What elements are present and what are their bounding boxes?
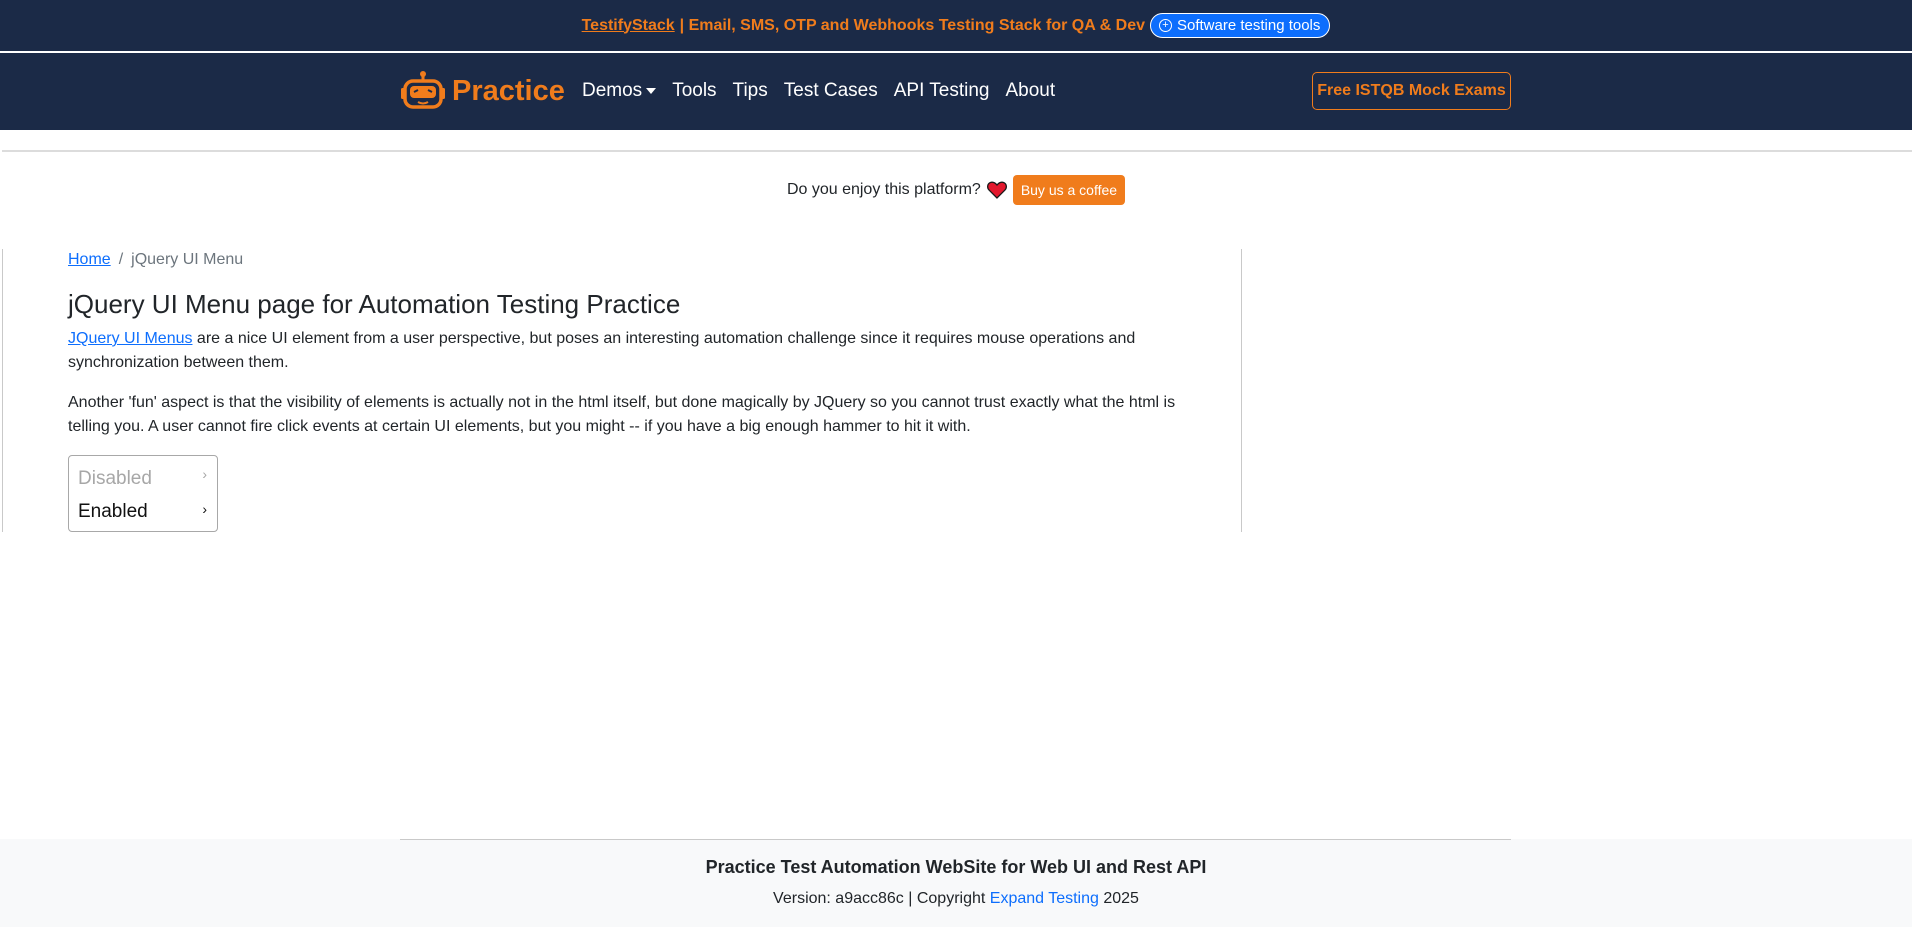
footer-version: Version: a9acc86c | Copyright Expand Tes… <box>0 890 1912 908</box>
chevron-right-icon: › <box>202 466 207 482</box>
robot-logo-icon <box>401 71 445 109</box>
footer: Practice Test Automation WebSite for Web… <box>0 839 1912 927</box>
expand-testing-link[interactable]: Expand Testing <box>990 890 1099 907</box>
breadcrumb-separator: / <box>118 251 124 268</box>
intro-text: are a nice UI element from a user perspe… <box>68 330 1136 371</box>
breadcrumb-home-link[interactable]: Home <box>68 251 111 269</box>
pill-label: Software testing tools <box>1176 17 1321 34</box>
main-content: Home / jQuery UI Menu jQuery UI Menu pag… <box>2 249 1242 532</box>
nav-links: Demos Tools Tips Test Cases API Testing … <box>582 80 1055 102</box>
breadcrumb: Home / jQuery UI Menu <box>68 251 243 269</box>
footer-divider <box>400 839 1511 840</box>
visibility-paragraph: Another 'fun' aspect is that the visibil… <box>68 394 1176 435</box>
nav-test-cases[interactable]: Test Cases <box>784 80 878 102</box>
coffee-question: Do you enjoy this platform? <box>786 181 981 198</box>
coffee-prompt: Do you enjoy this platform? Buy us a cof… <box>0 175 1912 205</box>
copyright-year: 2025 <box>1103 890 1139 907</box>
nav-tips[interactable]: Tips <box>733 80 768 102</box>
promo-banner: TestifyStack | Email, SMS, OTP and Webho… <box>0 0 1912 51</box>
nav-about[interactable]: About <box>1006 80 1056 102</box>
nav-demos-dropdown[interactable]: Demos <box>582 80 657 102</box>
promo-brand-link[interactable]: TestifyStack <box>582 17 675 35</box>
promo-tagline: | Email, SMS, OTP and Webhooks Testing S… <box>679 16 1145 34</box>
menu-item-label: Disabled <box>78 468 152 489</box>
navbar: Practice Demos Tools Tips Test Cases API… <box>0 53 1912 130</box>
software-testing-tools-button[interactable]: + Software testing tools <box>1149 13 1331 38</box>
brand-logo-link[interactable]: Practice <box>400 68 565 114</box>
plus-circle-icon: + <box>1158 19 1172 32</box>
page-title: jQuery UI Menu page for Automation Testi… <box>68 289 681 319</box>
breadcrumb-current: jQuery UI Menu <box>131 251 244 268</box>
jquery-ui-menus-link[interactable]: JQuery UI Menus <box>68 330 192 347</box>
heart-icon <box>986 181 1007 199</box>
intro-paragraph: JQuery UI Menus are a nice UI element fr… <box>68 327 1178 375</box>
menu-item-label: Enabled <box>78 501 148 522</box>
menu-item-enabled[interactable]: Enabled › <box>78 501 207 523</box>
chevron-right-icon: › <box>202 501 207 517</box>
buy-coffee-button[interactable]: Buy us a coffee <box>1012 175 1126 205</box>
istqb-mock-exams-button[interactable]: Free ISTQB Mock Exams <box>1312 72 1511 110</box>
brand-name: Practice <box>452 74 565 107</box>
jquery-ui-menu: Disabled › Enabled › <box>68 455 218 532</box>
version-text: Version: a9acc86c | Copyright <box>773 890 986 907</box>
nav-demos-label: Demos <box>582 80 643 101</box>
menu-item-disabled[interactable]: Disabled › <box>78 466 207 490</box>
nav-tools[interactable]: Tools <box>672 80 716 102</box>
caret-down-icon <box>646 87 657 94</box>
header-separator <box>2 150 1912 152</box>
footer-title: Practice Test Automation WebSite for Web… <box>705 857 1207 877</box>
nav-api-testing[interactable]: API Testing <box>894 80 990 102</box>
